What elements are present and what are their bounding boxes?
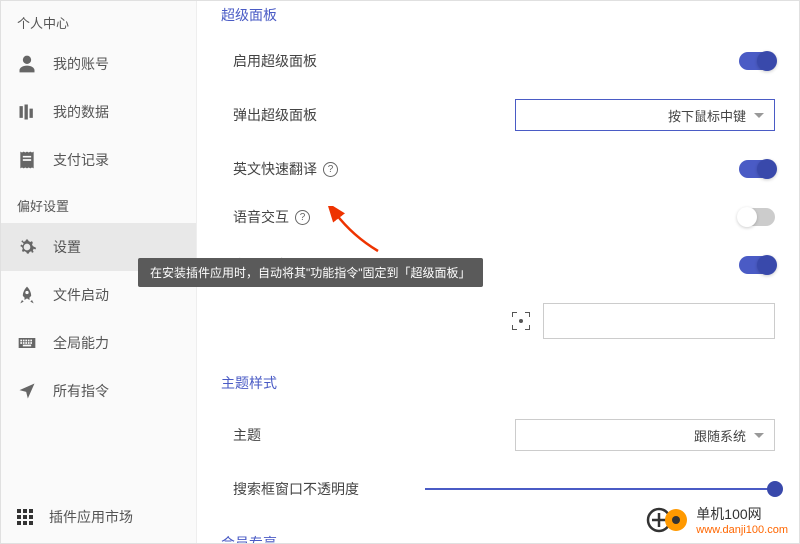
navigate-icon	[17, 381, 37, 401]
translate-label: 英文快速翻译?	[233, 159, 739, 179]
arrow-annotation	[328, 206, 388, 256]
watermark-url: www.danji100.com	[696, 524, 788, 536]
section-super-panel: 超级面板	[221, 1, 775, 37]
sidebar-label: 我的账号	[53, 54, 109, 74]
keyboard-icon	[17, 333, 37, 353]
sidebar-item-global[interactable]: 全局能力	[1, 319, 196, 367]
theme-label: 主题	[233, 425, 515, 445]
autopin-toggle[interactable]	[739, 256, 775, 274]
rocket-icon	[17, 285, 37, 305]
opacity-label: 搜索框窗口不透明度	[233, 479, 425, 499]
sidebar-label: 支付记录	[53, 150, 109, 170]
help-icon[interactable]: ?	[295, 210, 310, 225]
enable-super-panel-toggle[interactable]	[739, 52, 775, 70]
sidebar-label: 全局能力	[53, 333, 109, 353]
voice-label: 语音交互?	[233, 207, 739, 227]
scan-icon	[512, 312, 530, 330]
receipt-icon	[17, 150, 37, 170]
translate-toggle[interactable]	[739, 160, 775, 178]
section-theme: 主题样式	[221, 369, 775, 405]
sidebar-item-commands[interactable]: 所有指令	[1, 367, 196, 415]
data-icon	[17, 102, 37, 122]
enable-super-panel-label: 启用超级面板	[233, 51, 739, 71]
theme-dropdown[interactable]: 跟随系统	[515, 419, 775, 451]
sidebar-item-data[interactable]: 我的数据	[1, 88, 196, 136]
sidebar-label: 我的数据	[53, 102, 109, 122]
help-icon[interactable]: ?	[323, 162, 338, 177]
watermark-name: 单机100网	[696, 504, 788, 524]
sidebar-item-receipt[interactable]: 支付记录	[1, 136, 196, 184]
sidebar-item-account[interactable]: 我的账号	[1, 40, 196, 88]
tooltip: 在安装插件应用时，自动将其"功能指令"固定到「超级面板」	[138, 258, 483, 287]
capture-button[interactable]	[507, 307, 535, 335]
plugin-market[interactable]: 插件应用市场	[1, 491, 196, 543]
opacity-slider[interactable]	[425, 479, 775, 499]
plugin-market-label: 插件应用市场	[49, 507, 133, 527]
sidebar-label: 设置	[53, 237, 81, 257]
capture-input[interactable]	[543, 303, 775, 339]
grid-icon	[17, 509, 33, 525]
account-icon	[17, 54, 37, 74]
sidebar-label: 所有指令	[53, 381, 109, 401]
popup-dropdown[interactable]: 按下鼠标中键	[515, 99, 775, 131]
popup-super-panel-label: 弹出超级面板	[233, 105, 515, 125]
voice-toggle[interactable]	[739, 208, 775, 226]
gear-icon	[17, 237, 37, 257]
sidebar-label: 文件启动	[53, 285, 109, 305]
section-title: 偏好设置	[1, 184, 196, 223]
watermark-logo	[646, 507, 692, 533]
watermark: 单机100网 www.danji100.com	[646, 504, 788, 536]
section-title: 个人中心	[1, 1, 196, 40]
